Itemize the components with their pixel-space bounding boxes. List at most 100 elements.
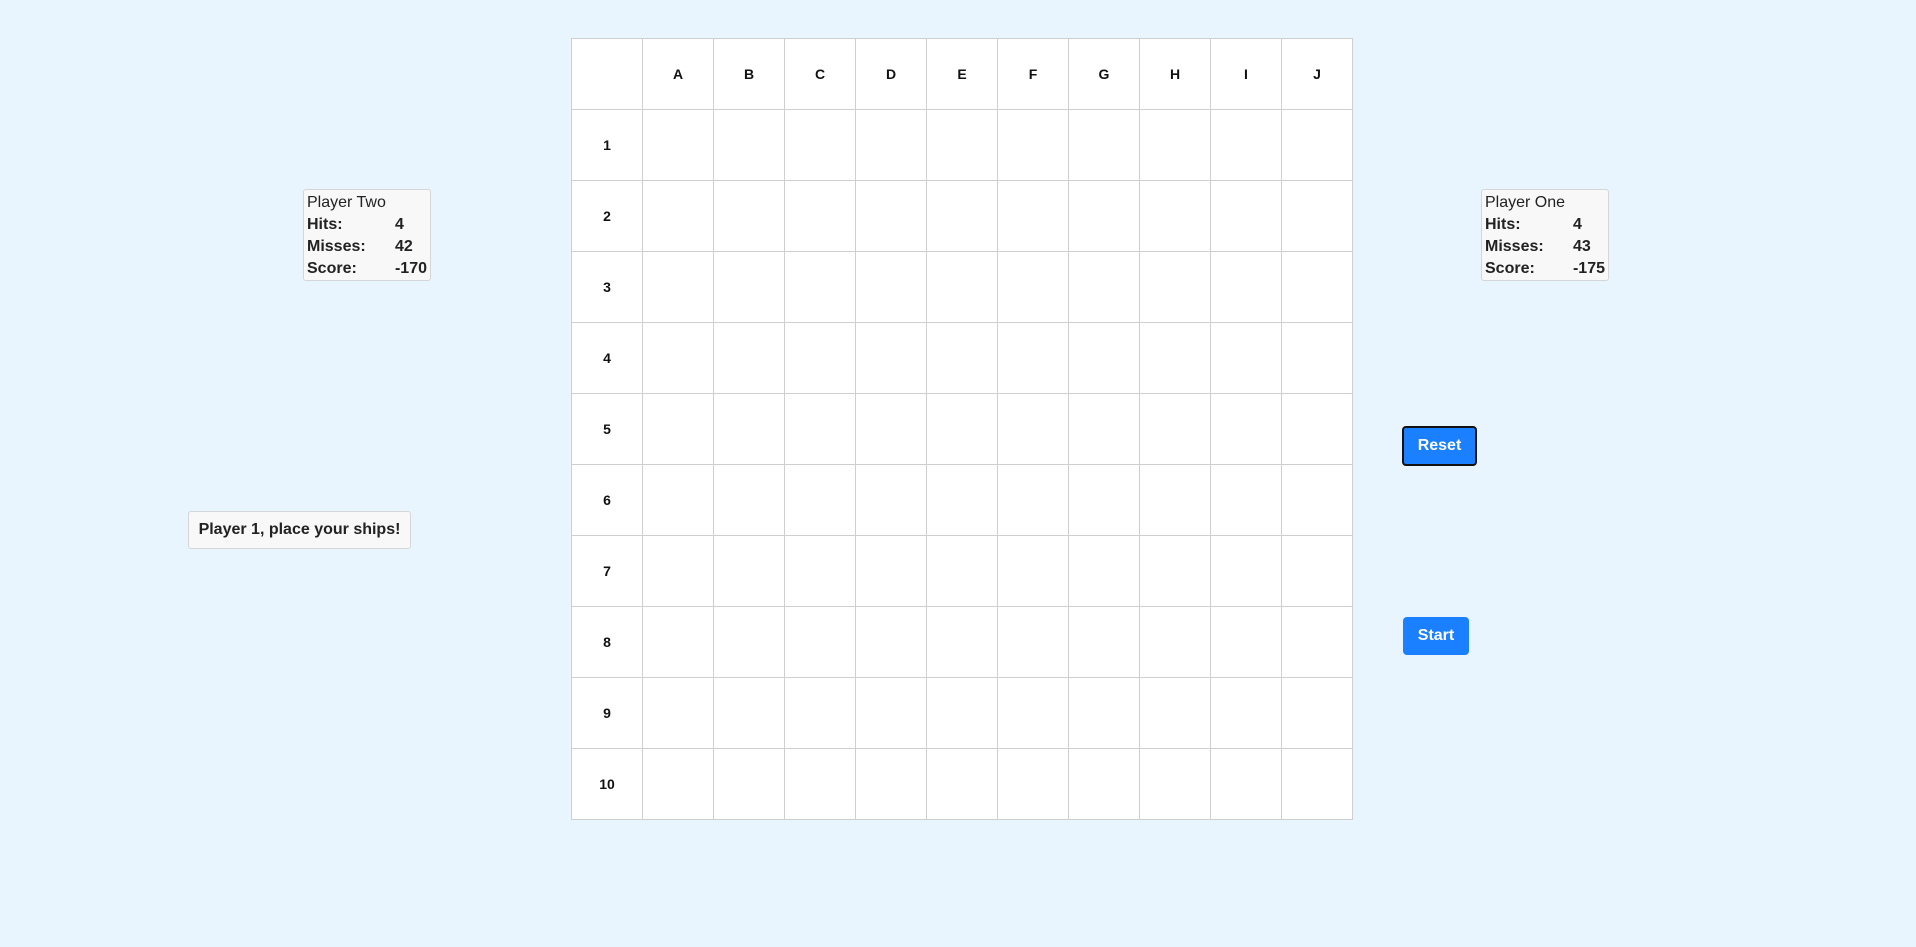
board-cell[interactable] [784,393,856,465]
board-cell[interactable] [926,180,998,252]
board-cell[interactable] [1210,322,1282,394]
board-cell[interactable] [642,251,714,323]
board-cell[interactable] [713,180,785,252]
board-cell[interactable] [997,677,1069,749]
board-cell[interactable] [1068,677,1140,749]
board-cell[interactable] [997,322,1069,394]
board-cell[interactable] [855,464,927,536]
board-cell[interactable] [713,748,785,820]
board-cell[interactable] [1139,393,1211,465]
board-cell[interactable] [784,251,856,323]
board-cell[interactable] [997,251,1069,323]
board-cell[interactable] [784,606,856,678]
board-cell[interactable] [1210,677,1282,749]
board-cell[interactable] [855,748,927,820]
board-cell[interactable] [926,322,998,394]
board-cell[interactable] [855,606,927,678]
board-cell[interactable] [926,109,998,181]
board-cell[interactable] [1068,251,1140,323]
board-cell[interactable] [855,322,927,394]
board-cell[interactable] [1068,464,1140,536]
board-cell[interactable] [642,109,714,181]
board-cell[interactable] [1139,535,1211,607]
board-cell[interactable] [1139,180,1211,252]
board-cell[interactable] [784,748,856,820]
board-cell[interactable] [1068,180,1140,252]
board-cell[interactable] [713,322,785,394]
board-cell[interactable] [1281,535,1353,607]
board-cell[interactable] [1139,109,1211,181]
board-cell[interactable] [1139,322,1211,394]
board-cell[interactable] [784,109,856,181]
board-cell[interactable] [713,393,785,465]
board-cell[interactable] [997,606,1069,678]
board-cell[interactable] [997,180,1069,252]
board-cell[interactable] [926,606,998,678]
board-cell[interactable] [926,748,998,820]
board-cell[interactable] [642,677,714,749]
board-cell[interactable] [1139,464,1211,536]
board-cell[interactable] [1068,393,1140,465]
board-cell[interactable] [1068,322,1140,394]
board-cell[interactable] [1210,180,1282,252]
board-cell[interactable] [1281,464,1353,536]
board-cell[interactable] [1281,748,1353,820]
board-cell[interactable] [997,464,1069,536]
board-cell[interactable] [642,180,714,252]
board-cell[interactable] [1210,464,1282,536]
board-cell[interactable] [1139,606,1211,678]
board-cell[interactable] [855,251,927,323]
board-cell[interactable] [1281,606,1353,678]
board-cell[interactable] [1281,677,1353,749]
board-cell[interactable] [713,251,785,323]
board-cell[interactable] [855,180,927,252]
board-cell[interactable] [1068,109,1140,181]
reset-button[interactable]: Reset [1402,426,1477,466]
board-cell[interactable] [997,748,1069,820]
board-cell[interactable] [784,677,856,749]
board-cell[interactable] [1210,109,1282,181]
board-cell[interactable] [713,677,785,749]
board-cell[interactable] [926,393,998,465]
board-cell[interactable] [926,677,998,749]
board-cell[interactable] [1068,748,1140,820]
board-cell[interactable] [642,748,714,820]
board-cell[interactable] [1210,393,1282,465]
board-cell[interactable] [855,677,927,749]
board-cell[interactable] [997,535,1069,607]
board-cell[interactable] [1139,677,1211,749]
board-cell[interactable] [855,109,927,181]
board-cell[interactable] [784,464,856,536]
board-cell[interactable] [642,606,714,678]
board-cell[interactable] [784,535,856,607]
board-cell[interactable] [997,109,1069,181]
board-cell[interactable] [1210,606,1282,678]
board-cell[interactable] [1210,748,1282,820]
board-cell[interactable] [855,393,927,465]
board-cell[interactable] [1281,180,1353,252]
board-cell[interactable] [1139,748,1211,820]
board-cell[interactable] [1281,322,1353,394]
board-cell[interactable] [1281,109,1353,181]
board-cell[interactable] [642,393,714,465]
board-cell[interactable] [926,535,998,607]
board-cell[interactable] [1210,535,1282,607]
board-cell[interactable] [713,606,785,678]
start-button[interactable]: Start [1403,617,1469,655]
board-cell[interactable] [713,464,785,536]
board-cell[interactable] [784,322,856,394]
board-cell[interactable] [855,535,927,607]
board-cell[interactable] [1210,251,1282,323]
board-cell[interactable] [1281,393,1353,465]
board-cell[interactable] [784,180,856,252]
board-cell[interactable] [997,393,1069,465]
board-cell[interactable] [642,322,714,394]
board-cell[interactable] [1068,606,1140,678]
board-cell[interactable] [713,535,785,607]
board-cell[interactable] [642,464,714,536]
board-cell[interactable] [926,464,998,536]
board-cell[interactable] [642,535,714,607]
board-cell[interactable] [926,251,998,323]
board-cell[interactable] [713,109,785,181]
board-cell[interactable] [1068,535,1140,607]
